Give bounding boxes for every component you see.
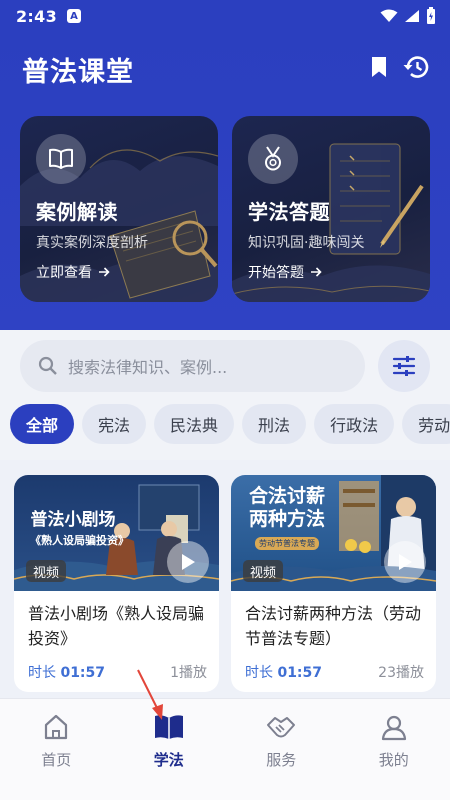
video-thumb-title-line1: 普法小剧场 (30, 510, 116, 530)
category-chip-civil-code[interactable]: 民法典 (154, 404, 235, 444)
user-icon (381, 715, 406, 741)
arrow-right-icon (311, 267, 322, 277)
arrow-right-icon (99, 267, 110, 277)
nav-label-study: 学法 (153, 751, 184, 769)
case-study-action-label: 立即查看 (36, 265, 92, 281)
notification-badge: A (67, 9, 81, 23)
search-icon (38, 356, 57, 375)
signal-icon (405, 10, 419, 22)
medal-icon (248, 134, 298, 184)
video-list: 普法小剧场 《熟人设局骗投资》 视频 普法小剧场《熟人设局骗投资》 时长 01:… (0, 460, 450, 698)
video-title: 合法讨薪两种方法（劳动节普法专题） (245, 604, 422, 648)
video-thumb-title: 普法小剧场 《熟人设局骗投资》 (30, 505, 129, 548)
video-duration-label: 时长 (28, 665, 56, 681)
case-study-card[interactable]: 案例解读 真实案例深度剖析 立即查看 (20, 116, 218, 302)
search-input[interactable]: 搜索法律知识、案例... (20, 340, 365, 392)
nav-item-profile[interactable]: 我的 (338, 699, 450, 800)
category-chips: 全部 宪法 民法典 刑法 行政法 劳动 (10, 404, 450, 444)
nav-label-service: 服务 (266, 751, 297, 769)
case-study-subtitle: 真实案例深度剖析 (36, 235, 148, 251)
nav-item-home[interactable]: 首页 (0, 699, 113, 800)
video-card[interactable]: 合法讨薪 两种方法 劳动节普法专题 视频 合法讨薪两种方法（劳动节普法专题） 时… (231, 475, 436, 692)
video-badge: 视频 (243, 560, 284, 582)
category-chip-labor-law[interactable]: 劳动 (402, 404, 450, 444)
video-card[interactable]: 普法小剧场 《熟人设局骗投资》 视频 普法小剧场《熟人设局骗投资》 时长 01:… (14, 475, 219, 692)
filter-button[interactable] (378, 340, 430, 392)
video-thumb-title-line2: 两种方法 (248, 508, 325, 530)
battery-icon (427, 7, 435, 24)
law-quiz-subtitle: 知识巩固·趣味闯关 (248, 235, 365, 251)
play-icon[interactable] (167, 541, 209, 583)
video-duration-value: 01:57 (277, 665, 323, 681)
bottom-nav: 首页 学法 服务 我的 (0, 698, 450, 800)
book-icon (36, 134, 86, 184)
case-study-title: 案例解读 (36, 200, 118, 224)
filter-sliders-icon (392, 356, 416, 376)
page-title: 普法课堂 (22, 57, 134, 88)
header: 普法课堂 案例解读 真实案例深度剖析 立即查看 学法答题 知识巩固·趣味闯关 开… (0, 32, 450, 330)
category-chip-all[interactable]: 全部 (10, 404, 75, 444)
video-plays: 23播放 (378, 665, 424, 681)
video-title: 普法小剧场《熟人设局骗投资》 (28, 604, 205, 648)
nav-item-service[interactable]: 服务 (225, 699, 338, 800)
category-chip-administrative-law[interactable]: 行政法 (314, 404, 395, 444)
law-quiz-title: 学法答题 (248, 200, 330, 224)
video-thumbnail: 普法小剧场 《熟人设局骗投资》 视频 (14, 475, 219, 591)
status-bar: 2:43 A (0, 0, 450, 32)
video-badge: 视频 (26, 560, 67, 582)
nav-label-profile: 我的 (378, 751, 409, 769)
category-chip-criminal-law[interactable]: 刑法 (242, 404, 307, 444)
video-duration: 时长 01:57 (245, 662, 322, 682)
wifi-icon (380, 9, 398, 22)
video-duration: 时长 01:57 (28, 662, 105, 682)
video-duration-value: 01:57 (60, 665, 106, 681)
video-thumbnail: 合法讨薪 两种方法 劳动节普法专题 视频 (231, 475, 436, 591)
video-thumb-title: 合法讨薪 两种方法 劳动节普法专题 (239, 485, 335, 550)
status-time: 2:43 (16, 6, 57, 26)
category-chip-constitution[interactable]: 宪法 (82, 404, 147, 444)
law-quiz-action[interactable]: 开始答题 (248, 262, 322, 282)
bookmark-icon[interactable] (364, 52, 394, 82)
video-thumb-title-line1: 合法讨薪 (248, 485, 325, 507)
annotation-arrow-icon (137, 669, 163, 720)
handshake-icon (267, 717, 296, 738)
law-quiz-card[interactable]: 学法答题 知识巩固·趣味闯关 开始答题 (232, 116, 430, 302)
nav-label-home: 首页 (41, 751, 72, 769)
law-quiz-action-label: 开始答题 (248, 265, 304, 281)
home-icon (45, 714, 68, 740)
video-duration-label: 时长 (245, 665, 273, 681)
search-placeholder: 搜索法律知识、案例... (68, 358, 228, 377)
play-icon[interactable] (384, 541, 426, 583)
history-icon[interactable] (401, 52, 431, 82)
video-plays: 1播放 (170, 665, 207, 681)
video-thumb-subtitle: 劳动节普法专题 (255, 537, 319, 550)
video-thumb-title-line2: 《熟人设局骗投资》 (30, 534, 129, 547)
case-study-action[interactable]: 立即查看 (36, 262, 110, 282)
